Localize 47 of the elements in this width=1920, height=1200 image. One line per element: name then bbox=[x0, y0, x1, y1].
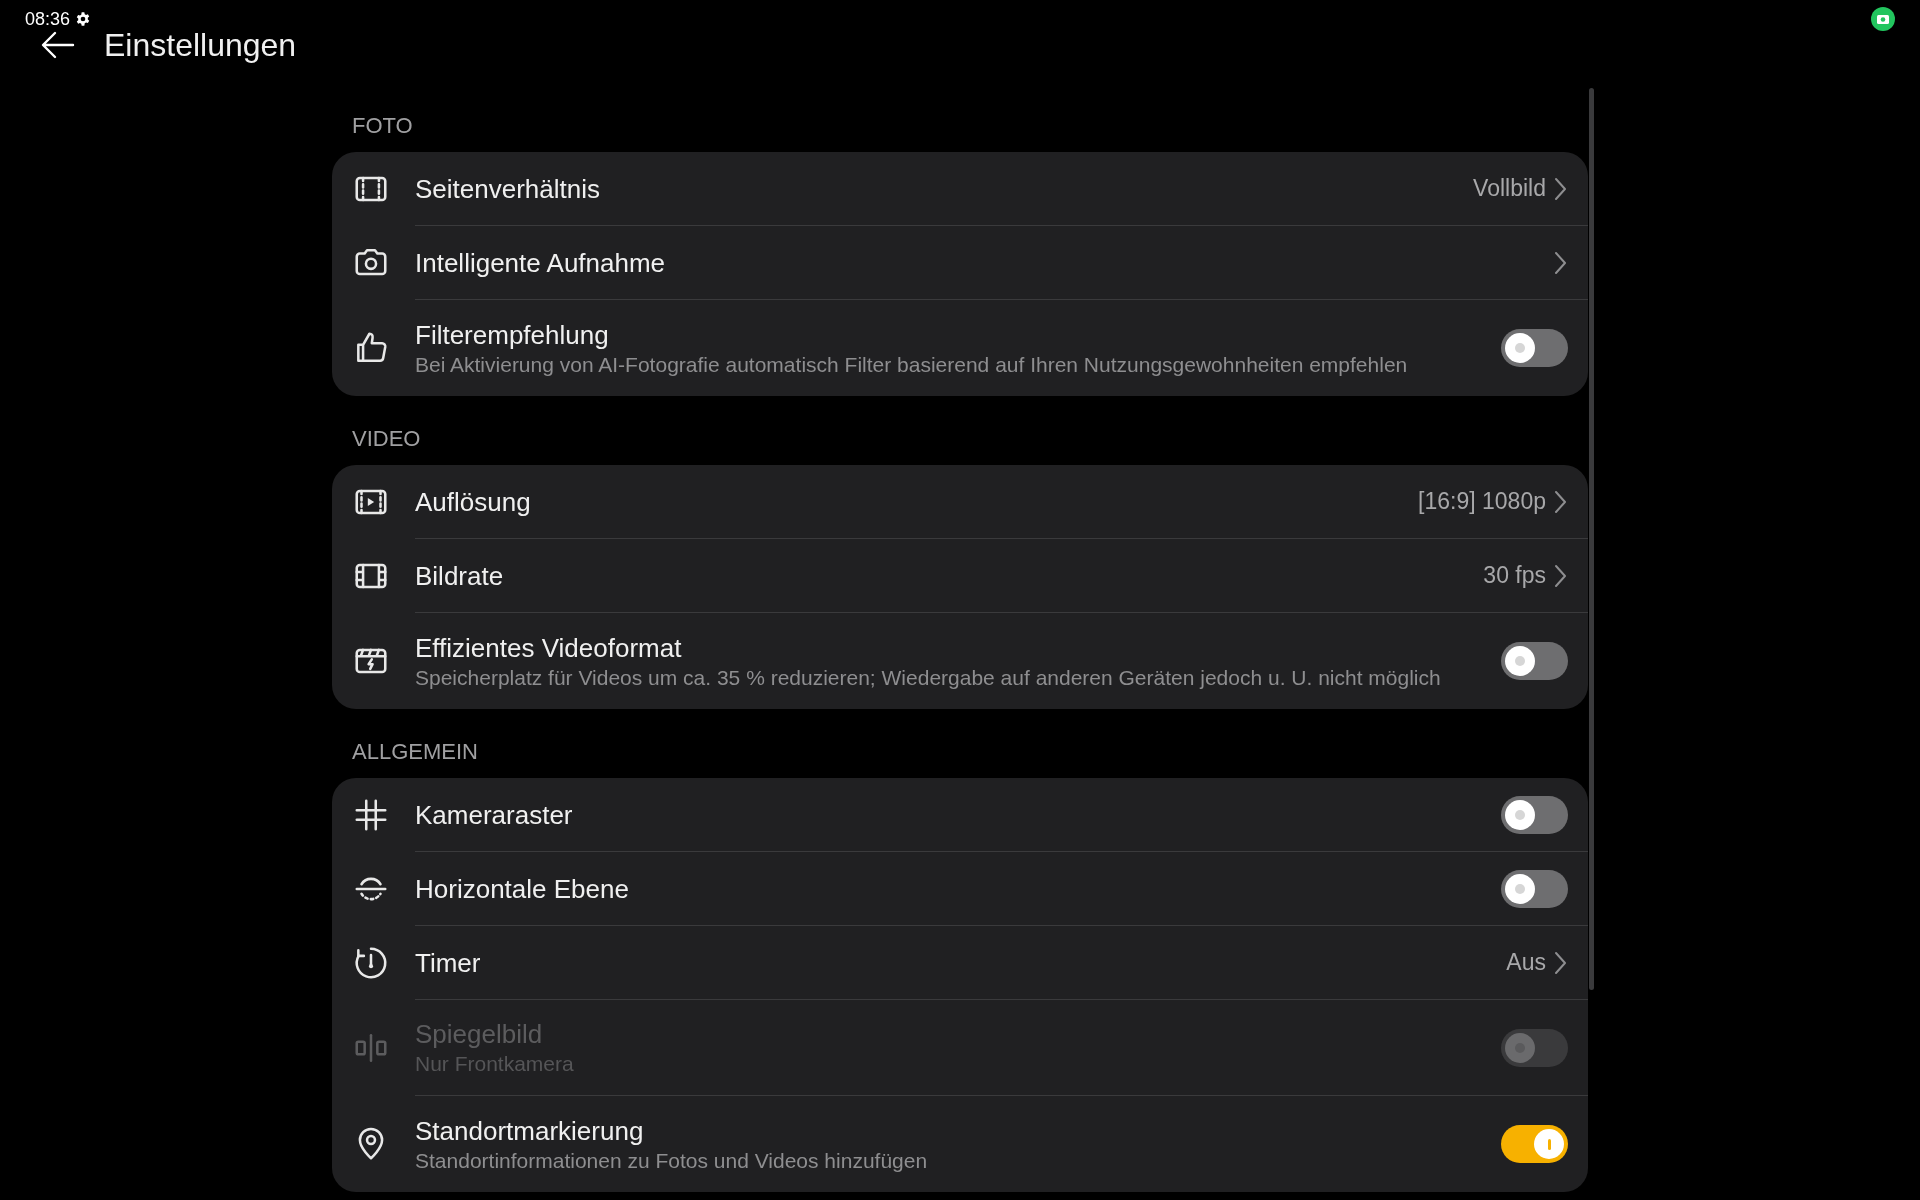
toggle-switch[interactable] bbox=[1501, 642, 1568, 680]
settings-row[interactable]: Horizontale Ebene bbox=[415, 852, 1588, 926]
toggle-switch[interactable] bbox=[1501, 1125, 1568, 1163]
setting-value: 30 fps bbox=[1483, 561, 1546, 591]
settings-row[interactable]: Kameraraster bbox=[415, 778, 1588, 852]
page-title: Einstellungen bbox=[104, 26, 297, 65]
section-header: ALLGEMEIN bbox=[351, 738, 479, 766]
setting-title: Seitenverhältnis bbox=[415, 172, 601, 205]
status-time: 08:36 bbox=[25, 7, 71, 31]
setting-title: Horizontale Ebene bbox=[415, 872, 630, 905]
setting-title: Bildrate bbox=[415, 559, 505, 592]
setting-title: Standortmarkierung bbox=[415, 1114, 645, 1147]
settings-icon bbox=[75, 11, 92, 27]
chevron-right-icon bbox=[1552, 249, 1568, 276]
chevron-right-icon bbox=[1552, 949, 1568, 976]
settings-row[interactable]: Auflösung [16:9] 1080p bbox=[415, 465, 1588, 539]
settings-row[interactable]: Timer Aus bbox=[415, 926, 1588, 1000]
toggle-switch[interactable] bbox=[1501, 869, 1568, 908]
setting-title: Spiegelbild bbox=[415, 1018, 544, 1050]
settings-row[interactable]: Standortmarkierung Standortinformationen zu Fotos und Videos hinzufügen bbox=[415, 1096, 1588, 1192]
settings-row[interactable]: Bildrate 30 fps bbox=[415, 539, 1588, 613]
camera-indicator-icon bbox=[1871, 7, 1895, 31]
chevron-right-icon bbox=[1552, 488, 1568, 515]
chevron-right-icon bbox=[1552, 175, 1568, 202]
setting-title: Timer bbox=[415, 946, 482, 979]
setting-title: Intelligente Aufnahme bbox=[415, 246, 667, 279]
setting-value: [16:9] 1080p bbox=[1418, 487, 1546, 517]
setting-title: Filterempfehlung bbox=[415, 318, 610, 351]
scrollbar[interactable] bbox=[1589, 88, 1594, 990]
settings-row[interactable]: Effizientes Videoformat Speicherplatz für Videos um ca. 35 % reduzieren; Wiedergabe auf anderen Geräten jedoch u. U. nicht möglich bbox=[415, 613, 1588, 709]
setting-description: Bei Aktivierung von AI-Fotografie automatisch Filter basierend auf Ihren Nutzungsgewohnheiten empfehlen bbox=[415, 351, 1409, 378]
toggle-switch[interactable] bbox=[1501, 795, 1568, 834]
setting-title: Effizientes Videoformat bbox=[415, 631, 683, 664]
chevron-right-icon bbox=[1552, 562, 1568, 589]
setting-description: Speicherplatz für Videos um ca. 35 % reduzieren; Wiedergabe auf anderen Geräten jedoch u. U. nicht möglich bbox=[415, 664, 1442, 691]
section-header: FOTO bbox=[351, 112, 414, 140]
settings-row[interactable]: Seitenverhältnis Vollbild bbox=[415, 152, 1588, 226]
setting-description: Standortinformationen zu Fotos und Videos hinzufügen bbox=[415, 1147, 929, 1174]
settings-row[interactable]: Intelligente Aufnahme bbox=[415, 226, 1588, 300]
section-header: VIDEO bbox=[351, 425, 422, 453]
back-arrow-icon[interactable] bbox=[40, 30, 76, 60]
settings-row[interactable]: Filterempfehlung Bei Aktivierung von AI-Fotografie automatisch Filter basierend auf Ihren Nutzungsgewohnheiten empfehlen bbox=[415, 300, 1588, 396]
toggle-switch[interactable] bbox=[1501, 329, 1568, 367]
setting-value: Vollbild bbox=[1473, 174, 1546, 204]
setting-value: Aus bbox=[1506, 948, 1546, 978]
setting-title: Auflösung bbox=[415, 485, 532, 518]
setting-title: Kameraraster bbox=[415, 798, 574, 831]
